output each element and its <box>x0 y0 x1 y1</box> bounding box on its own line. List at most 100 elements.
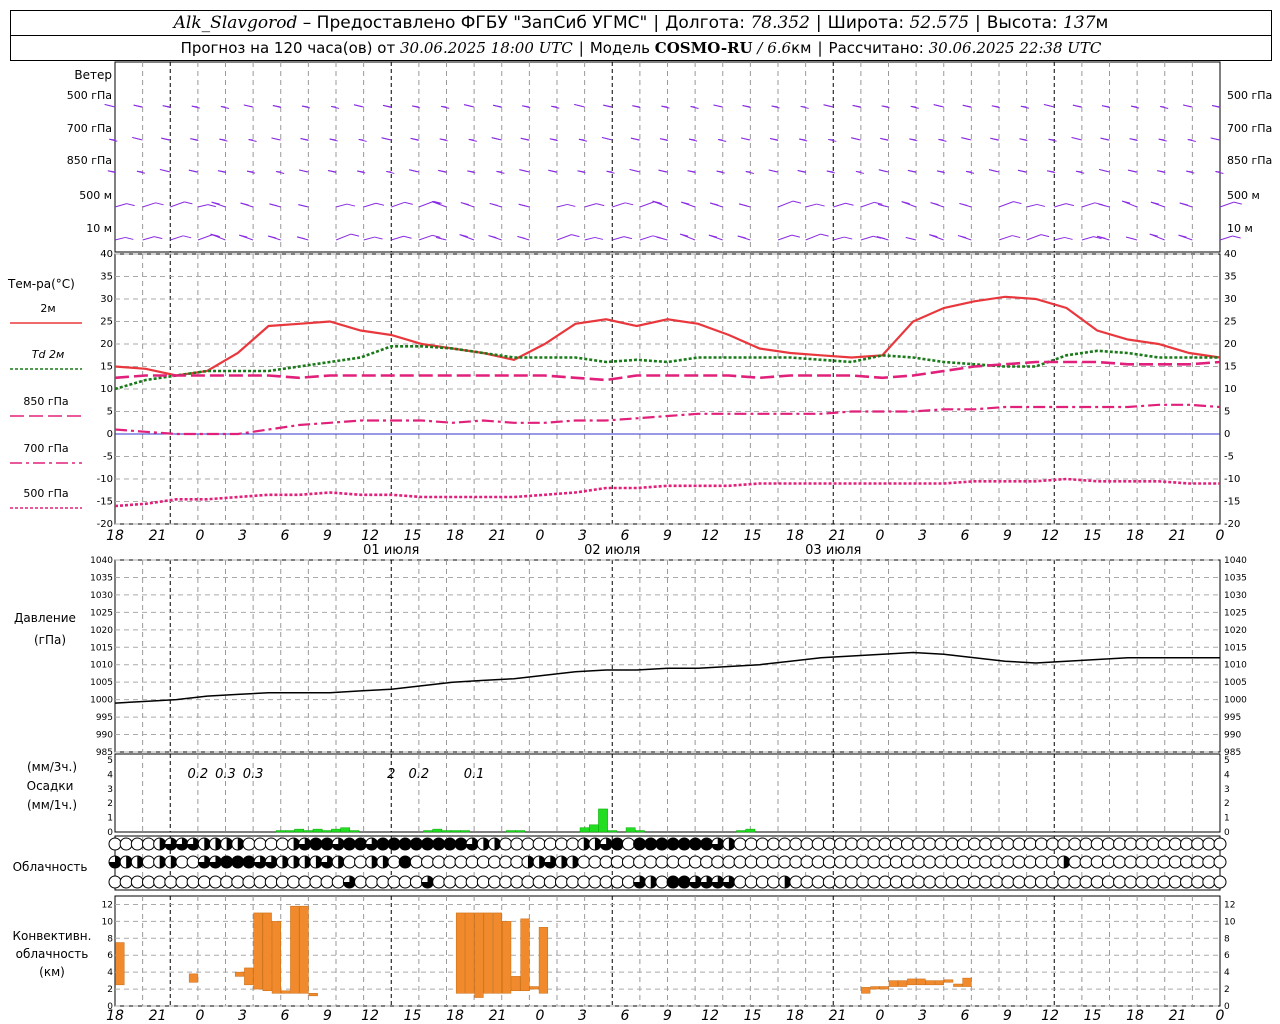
cloud-cover-circle <box>287 875 301 889</box>
wind-barb-flag <box>574 103 583 107</box>
time-tick-label: 21 <box>829 1008 847 1024</box>
cloud-cover-circle <box>1135 837 1149 851</box>
wind-barb-flag <box>792 200 802 204</box>
wind-barb <box>639 201 655 208</box>
temp-tick-label-right: 10 <box>1224 384 1237 395</box>
wind-barb <box>391 235 404 241</box>
cloud-cover-circle <box>655 837 669 851</box>
cloud-cover-circle <box>1146 855 1160 869</box>
cloud-cover-circle <box>878 837 892 851</box>
time-tick-label: 12 <box>1041 1008 1059 1024</box>
time-tick-label: 18 <box>106 1008 124 1024</box>
time-tick-label: 12 <box>701 528 719 544</box>
cloud-cover-circle <box>610 837 624 851</box>
cloud-cover-circle <box>1068 875 1082 889</box>
time-tick-label: 18 <box>1126 1008 1144 1024</box>
cloud-cover-circle <box>711 855 725 869</box>
cloud-cover-circle <box>342 855 356 869</box>
conv-cloud-bar <box>492 912 502 994</box>
cloud-cover-circle <box>298 875 312 889</box>
conv-tick-label-right: 0 <box>1224 1002 1230 1012</box>
wind-barb-flag <box>845 202 854 206</box>
cloud-cover-circle <box>521 837 535 851</box>
wind-barb <box>142 202 156 208</box>
wind-barb <box>363 202 377 208</box>
conv-cloud-bar <box>474 912 484 998</box>
cloud-cover-circle <box>934 837 948 851</box>
conv-tick-label-right: 2 <box>1224 985 1230 995</box>
conv-cloud-bar <box>538 927 549 994</box>
pressure-tick-label-right: 1010 <box>1224 661 1247 671</box>
temp-tick-label: 10 <box>100 384 113 395</box>
wind-barb-flag <box>816 203 825 207</box>
wind-barb <box>556 234 572 241</box>
cloud-cover-circle <box>577 875 591 889</box>
conv-cloud-bar <box>308 993 318 997</box>
cloud-cover-circle <box>499 855 513 869</box>
time-tick-label: 6 <box>961 1008 970 1024</box>
conv-cloud-bar <box>262 912 272 992</box>
time-tick-label: 21 <box>149 1008 167 1024</box>
cloud-cover-circle <box>789 875 803 889</box>
temp-tick-label-right: -20 <box>1224 519 1240 530</box>
cloud-cover-circle <box>387 855 401 869</box>
precip-bar <box>312 828 323 833</box>
cloud-cover-circle <box>1180 837 1194 851</box>
cloud-cover-circle <box>789 855 803 869</box>
wind-barb-flag <box>1233 201 1242 205</box>
wind-barb <box>1219 201 1235 208</box>
cloud-cover-circle <box>945 855 959 869</box>
wind-barb <box>170 201 185 208</box>
wind-level-label: 500 м <box>79 189 112 202</box>
conv-cloud-bar <box>511 976 521 992</box>
wind-barb-flag <box>269 203 278 207</box>
cloud-cover-circle <box>923 837 937 851</box>
wind-barb <box>639 235 653 241</box>
cloud-cover-circle <box>967 855 981 869</box>
conv-cloud-bar <box>879 986 889 990</box>
cloud-cover-circle <box>889 837 903 851</box>
cloud-cover-circle <box>432 837 446 851</box>
conv-cloud-bar <box>897 980 908 987</box>
pressure-tick-label-right: 995 <box>1224 713 1241 723</box>
cloud-cover-circle <box>900 855 914 869</box>
wind-barb-flag <box>519 169 528 173</box>
cloud-cover-circle <box>1068 837 1082 851</box>
cloud-cover-circle <box>1079 875 1093 889</box>
conv-cloud-bar <box>502 921 512 994</box>
cloud-cover-circle <box>421 855 435 869</box>
cloud-cover-circle <box>566 837 580 851</box>
cloud-cover-circle <box>242 875 256 889</box>
wind-barb <box>1081 236 1094 241</box>
cloud-cover-circle <box>398 855 412 869</box>
precip-tick-label-right: 3 <box>1224 785 1230 795</box>
precip-bar <box>515 830 526 833</box>
time-tick-label: 9 <box>323 528 332 544</box>
cloud-cover-circle <box>342 837 356 851</box>
precip-bar <box>635 830 645 833</box>
wind-barb <box>860 201 875 208</box>
cloud-cover-circle <box>1068 855 1082 869</box>
time-tick-label: 0 <box>196 1008 205 1024</box>
cloud-cover-circle <box>1113 875 1127 889</box>
conv-cloud-bar <box>925 980 935 986</box>
date-label: 01 июля <box>363 543 419 558</box>
time-tick-label: 3 <box>578 1008 587 1024</box>
cloud-cover-circle <box>789 837 803 851</box>
pressure-tick-label-right: 1025 <box>1224 608 1247 618</box>
cloud-cover-circle <box>521 875 535 889</box>
precip-unit1: (мм/1ч.) <box>27 798 77 812</box>
cloud-cover-circle <box>476 855 490 869</box>
cloud-cover-circle <box>465 855 479 869</box>
cloud-cover-circle <box>543 875 557 889</box>
wind-level-label-right: 500 м <box>1227 189 1260 202</box>
wind-barb-flag <box>374 236 383 240</box>
temp-tick-label-right: 5 <box>1224 407 1230 418</box>
cloud-cover-circle <box>264 837 278 851</box>
pressure-tick-label: 1035 <box>90 573 113 583</box>
precip-bar <box>506 830 516 833</box>
wind-barb-flag <box>184 201 193 205</box>
pressure-tick-label-right: 1000 <box>1224 696 1247 706</box>
cloud-cover-circle <box>175 875 189 889</box>
conv-cloud-bar <box>870 986 880 990</box>
